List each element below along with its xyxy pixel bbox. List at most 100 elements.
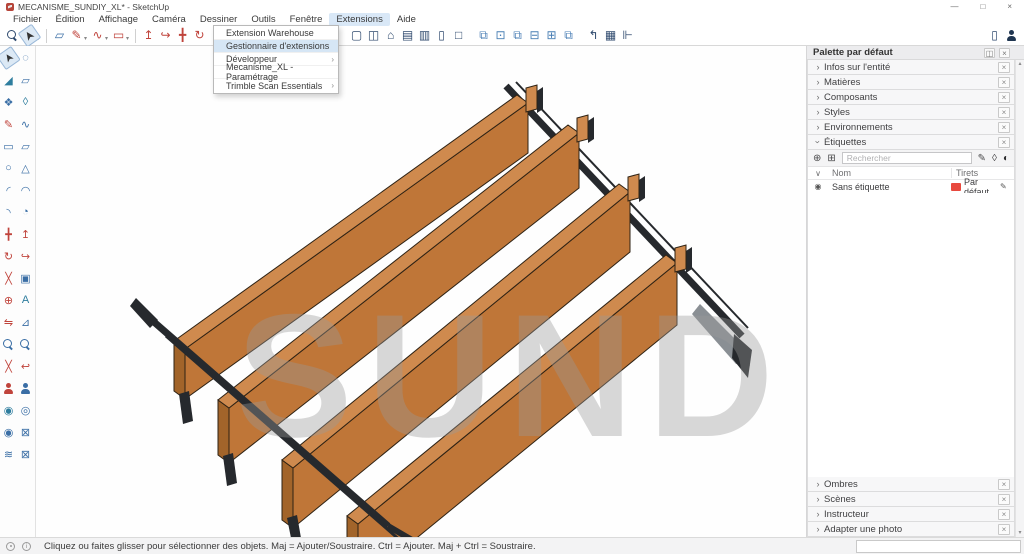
chevron-right-icon[interactable]: › [812, 122, 824, 132]
select-tool[interactable]: ➤ [18, 24, 42, 48]
extension-c-icon[interactable]: ≋ [0, 445, 17, 463]
walk-tool[interactable] [17, 379, 34, 397]
menuitem-mecanisme-xl-parame-trage[interactable]: Mecanisme_XL - Paramétrage [214, 66, 338, 79]
rotate-tool[interactable]: ↻ [0, 247, 17, 265]
components-tool[interactable]: ❖ [0, 93, 17, 111]
menu-fichier[interactable]: Fichier [6, 13, 49, 26]
extension-a-icon[interactable]: ◉ [0, 423, 17, 441]
section-close-icon[interactable]: × [998, 509, 1010, 520]
rotate-tool[interactable]: ↻ [191, 27, 208, 44]
polygon-tool[interactable]: △ [17, 159, 34, 177]
tray-section-adapter-une-photo[interactable]: ›Adapter une photo× [807, 522, 1015, 537]
previous-view-tool[interactable]: ↩ [17, 357, 34, 375]
tag-visibility-eye-icon[interactable]: ◉ [808, 182, 828, 191]
extension-b-icon[interactable]: ⊠ [17, 423, 34, 441]
panel-close-icon[interactable]: × [999, 48, 1010, 58]
pie-tool[interactable]: ◔ [17, 203, 34, 221]
style-back-edges-icon[interactable]: ◫ [365, 27, 382, 44]
tray-section-infos-sur-l-entite-[interactable]: ›Infos sur l'entité× [807, 60, 1015, 75]
section-close-icon[interactable]: × [998, 62, 1010, 73]
scale-tool[interactable]: ╳ [0, 269, 17, 287]
orbit-tool[interactable]: ◉ [0, 401, 17, 419]
flip-icon[interactable]: ↰ [585, 27, 602, 44]
tray-section-instructeur[interactable]: ›Instructeur× [807, 507, 1015, 522]
edit-tag-icon[interactable]: ✎ [978, 153, 986, 164]
close-button[interactable]: × [1007, 2, 1012, 12]
tray-section-sce-nes[interactable]: ›Scènes× [807, 492, 1015, 507]
style-monochrome-icon[interactable]: □ [450, 27, 467, 44]
section-close-icon[interactable]: × [998, 524, 1010, 535]
column-header-name[interactable]: Nom [828, 168, 952, 178]
look-around-tool[interactable]: ◎ [17, 401, 34, 419]
style-wireframe-icon[interactable]: ⌂ [382, 27, 399, 44]
tray-section-ombres[interactable]: ›Ombres× [807, 477, 1015, 492]
viewport-3d[interactable]: SUND [36, 46, 806, 537]
scroll-down-icon[interactable]: ▾ [1018, 529, 1021, 537]
offset-tool[interactable]: ▣ [17, 269, 34, 287]
menu-camera[interactable]: Caméra [145, 13, 193, 26]
text-tool[interactable]: A [17, 291, 34, 309]
move-tool[interactable]: ╋ [174, 27, 191, 44]
chevron-right-icon[interactable]: › [812, 62, 824, 72]
flip-along-tool[interactable]: ⇋ [0, 313, 17, 331]
style-xray-icon[interactable]: ▢ [348, 27, 365, 44]
paint-bucket-tool[interactable]: ◢ [0, 71, 17, 89]
solid-trim-icon[interactable]: ⊞ [543, 27, 560, 44]
add-tag-folder-icon[interactable]: ⊞ [827, 153, 835, 164]
menuitem-extension-warehouse[interactable]: Extension Warehouse [214, 27, 338, 40]
section-close-icon[interactable]: × [998, 479, 1010, 490]
style-hidden-line-icon[interactable]: ▤ [399, 27, 416, 44]
zoom-window-tool[interactable] [0, 335, 17, 353]
section-close-icon[interactable]: × [998, 77, 1010, 88]
rectangle-tool[interactable]: ▭ [0, 137, 17, 155]
eraser-tool[interactable]: ▱ [51, 27, 68, 44]
signin-icon[interactable] [1003, 27, 1020, 44]
arc-tool[interactable]: ∿ [89, 27, 106, 44]
chevron-right-icon[interactable]: › [812, 509, 824, 519]
chevron-right-icon[interactable]: › [812, 494, 824, 504]
tray-section-matie-res[interactable]: ›Matières× [807, 75, 1015, 90]
tag-color-swatch[interactable] [951, 183, 961, 191]
menuitem-gestionnaire-d-extensions[interactable]: Gestionnaire d'extensions [214, 40, 338, 53]
tag-row[interactable]: ◉Sans étiquettePar défaut✎ [808, 180, 1014, 193]
tray-section-environnements[interactable]: ›Environnements× [807, 120, 1015, 135]
menu-affichage[interactable]: Affichage [92, 13, 145, 26]
tag-tool[interactable]: ◊ [17, 93, 34, 111]
two-point-arc-tool[interactable]: ◠ [17, 181, 34, 199]
section-close-icon[interactable]: × [998, 137, 1010, 148]
tray-section-e-tiquettes[interactable]: ›Étiquettes× [807, 135, 1015, 150]
solid-union-icon[interactable]: ⧉ [509, 27, 526, 44]
push-pull-tool[interactable]: ↥ [140, 27, 157, 44]
solid-intersect-icon[interactable]: ⊡ [492, 27, 509, 44]
tag-icon[interactable]: ◊ [992, 153, 997, 164]
freehand-tool[interactable]: ∿ [17, 115, 34, 133]
menuitem-trimble-scan-essentials[interactable]: Trimble Scan Essentials› [214, 79, 338, 92]
info-icon[interactable]: i [22, 542, 31, 551]
add-tag-icon[interactable]: ⊕ [813, 153, 821, 164]
maximize-button[interactable]: □ [980, 2, 985, 12]
panel-header[interactable]: Palette par défaut ◫ × [807, 46, 1024, 60]
scroll-up-icon[interactable]: ▴ [1018, 60, 1021, 68]
new-file-icon[interactable]: ▯ [986, 27, 1003, 44]
solid-subtract-icon[interactable]: ⊟ [526, 27, 543, 44]
tape-measure-tool[interactable]: ⊿ [17, 313, 34, 331]
solid-split-icon[interactable]: ⧉ [560, 27, 577, 44]
chevron-right-icon[interactable]: › [812, 107, 824, 117]
move-tool[interactable]: ╋ [0, 225, 17, 243]
section-close-icon[interactable]: × [998, 107, 1010, 118]
position-camera-tool[interactable] [0, 379, 17, 397]
zoom-tool[interactable] [17, 335, 34, 353]
line-tool[interactable]: ✎ [68, 27, 85, 44]
section-plane-tool[interactable]: ⊕ [0, 291, 17, 309]
follow-me-tool[interactable]: ↪ [17, 247, 34, 265]
sort-chevron-icon[interactable]: ∨ [808, 169, 828, 178]
rectangle-tool[interactable]: ▭ [110, 27, 127, 44]
menu-aide[interactable]: Aide [390, 13, 423, 26]
report-icon[interactable]: ▦ [602, 27, 619, 44]
extension-d-icon[interactable]: ⊠ [17, 445, 34, 463]
tray-section-styles[interactable]: ›Styles× [807, 105, 1015, 120]
arc-tool[interactable]: ◜ [0, 181, 17, 199]
tag-edit-pencil-icon[interactable]: ✎ [1000, 182, 1014, 191]
chevron-right-icon[interactable]: › [812, 479, 824, 489]
follow-me-tool[interactable]: ↪ [157, 27, 174, 44]
